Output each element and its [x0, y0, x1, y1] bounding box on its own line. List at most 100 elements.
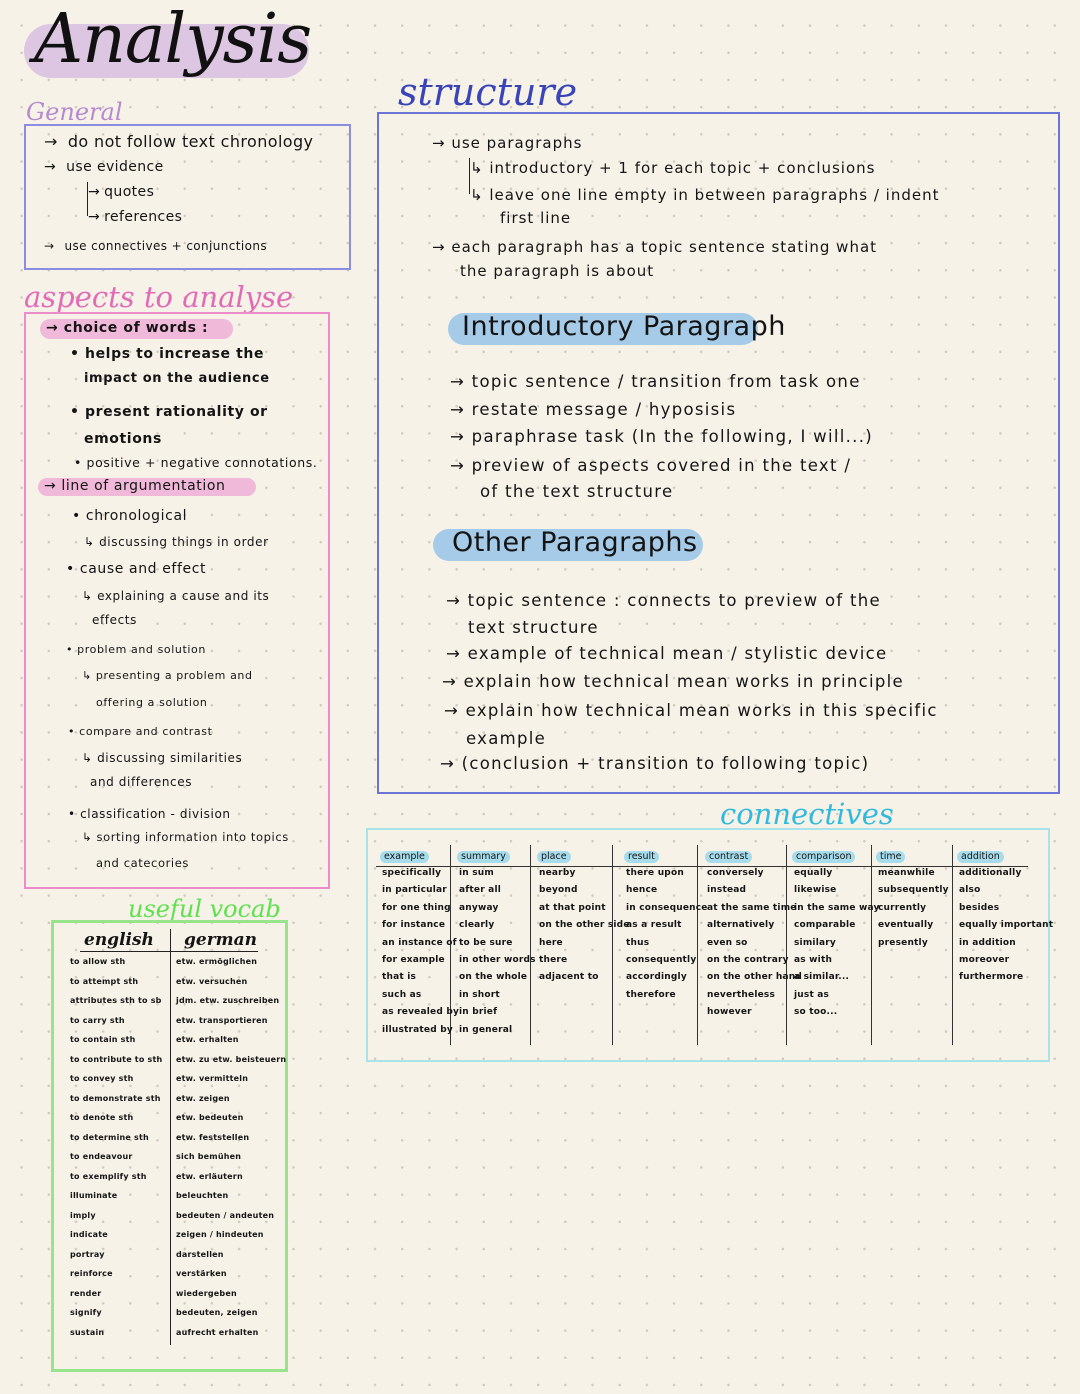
connective-item: at the same time [707, 902, 797, 913]
connective-item: besides [959, 902, 1000, 913]
vocab-german-term: bedeuten / andeuten [176, 1210, 275, 1220]
other-item: → (conclusion + transition to following … [440, 754, 870, 773]
aspect-point: ↳ explaining a cause and its [82, 589, 270, 603]
arrow-right-icon: → [44, 132, 58, 151]
connective-item: presently [878, 937, 928, 948]
connective-item: there [539, 955, 568, 965]
connective-item: currently [878, 902, 927, 913]
aspect-point: emotions [84, 431, 162, 447]
connective-item: clearly [459, 920, 495, 931]
vocab-german-term: etw. versuchen [176, 976, 248, 986]
connectives-column-divider [952, 845, 953, 1045]
general-subitem: → references [88, 209, 183, 225]
aspect-point: • helps to increase the [70, 346, 265, 362]
connective-item: in brief [459, 1007, 498, 1018]
connective-item: there upon [626, 868, 684, 878]
connective-item: in the same way [794, 902, 880, 913]
connective-item: similary [794, 937, 836, 948]
connectives-column-heading: example [380, 851, 429, 863]
connective-item: on the contrary [707, 955, 789, 965]
page-title: Analysis [34, 0, 312, 79]
vocab-german-term: aufrecht erhalten [176, 1327, 259, 1337]
other-item: → explain how technical mean works in th… [444, 701, 938, 720]
vocab-english-term: to denote sth [70, 1113, 134, 1122]
vocab-german-term: etw. feststellen [176, 1132, 250, 1142]
connective-item: on the whole [459, 972, 528, 983]
vocab-german-term: etw. erläutern [176, 1171, 243, 1181]
aspect-point: and catecories [96, 856, 189, 870]
intro-item: → topic sentence / transition from task … [450, 372, 861, 391]
connective-item: as revealed by [382, 1007, 460, 1018]
aspect-point: ↳ discussing similarities [82, 751, 243, 765]
intro-item: → paraphrase task (In the following, I w… [450, 427, 873, 446]
vocab-english-term: reinforce [70, 1269, 113, 1278]
vocab-german-term: etw. transportieren [176, 1015, 268, 1025]
vocab-header-english: english [84, 930, 154, 950]
connective-item: in addition [959, 937, 1016, 948]
connective-item: specifically [382, 868, 442, 878]
vocab-english-term: to allow sth [70, 957, 126, 966]
vocab-divider [170, 929, 171, 1345]
connective-item: however [707, 1007, 752, 1018]
vocab-english-term: attributes sth to sb [70, 996, 162, 1005]
general-subitem: → quotes [88, 184, 155, 200]
connective-item: here [539, 937, 563, 948]
other-paragraphs-heading: Other Paragraphs [452, 527, 698, 558]
general-item: → use evidence [44, 159, 164, 175]
vocab-english-term: signify [70, 1308, 102, 1317]
connective-item: alternatively [707, 920, 775, 931]
connective-item: such as [382, 989, 422, 1000]
connectives-column-divider [786, 845, 787, 1045]
structure-label: structure [398, 70, 578, 114]
vocab-label: useful vocab [128, 895, 281, 923]
aspect-point: • cause and effect [66, 561, 207, 577]
arrow-branch-icon: → [88, 184, 101, 200]
connective-item: so too... [794, 1007, 838, 1018]
connective-item: nevertheless [707, 989, 776, 1000]
connectives-column-heading: summary [457, 851, 510, 863]
connective-item: as with [794, 955, 833, 965]
vocab-english-term: to exemplify sth [70, 1171, 147, 1181]
connective-item: thus [626, 937, 650, 948]
connective-item: meanwhile [878, 868, 935, 878]
connective-item: even so [707, 937, 748, 948]
connective-item: in sum [459, 868, 494, 878]
connective-item: in other words [459, 955, 536, 965]
connectives-column-heading: addition [957, 851, 1004, 863]
connective-item: accordingly [626, 972, 687, 983]
connective-item: for one thing [382, 902, 451, 913]
connective-item: comparable [794, 920, 856, 931]
connective-item: consequently [626, 955, 697, 965]
vocab-german-term: verstärken [176, 1269, 227, 1278]
aspect-heading-choice: → choice of words : [46, 320, 209, 336]
aspect-point: effects [92, 613, 137, 627]
vocab-english-term: render [70, 1288, 102, 1298]
intro-item: → restate message / hyposisis [450, 400, 737, 419]
intro-item: → preview of aspects covered in the text… [450, 456, 852, 475]
connective-item: in particular [382, 885, 447, 896]
connectives-header-rule [376, 866, 1028, 867]
connective-item: additionally [959, 868, 1022, 878]
aspect-point: • compare and contrast [68, 725, 213, 738]
other-item: → explain how technical mean works in pr… [442, 672, 905, 691]
connective-item: on the other side [539, 920, 630, 931]
connective-item: in general [459, 1024, 513, 1035]
vocab-german-term: darstellen [176, 1249, 224, 1259]
vocab-german-term: jdm. etw. zuschreiben [176, 996, 280, 1005]
aspect-point: ↳ sorting information into topics [82, 830, 289, 844]
connective-item: likewise [794, 885, 837, 896]
general-item: → do not follow text chronology [44, 132, 314, 151]
vocab-english-term: imply [70, 1210, 96, 1220]
connective-item: that is [382, 972, 417, 983]
connective-item: at that point [539, 902, 606, 913]
connective-item: eventually [878, 920, 934, 931]
vocab-english-term: to contribute to sth [70, 1054, 163, 1064]
connective-item: beyond [539, 885, 578, 896]
aspect-point: • chronological [72, 508, 188, 524]
aspect-point: impact on the audience [84, 371, 270, 386]
structure-subitem: ↳ introductory + 1 for each topic + conc… [470, 159, 876, 177]
vocab-english-term: indicate [70, 1230, 108, 1239]
connectives-column-heading: contrast [705, 851, 753, 863]
connective-item: to be sure [459, 937, 513, 948]
other-item: example [466, 729, 547, 748]
